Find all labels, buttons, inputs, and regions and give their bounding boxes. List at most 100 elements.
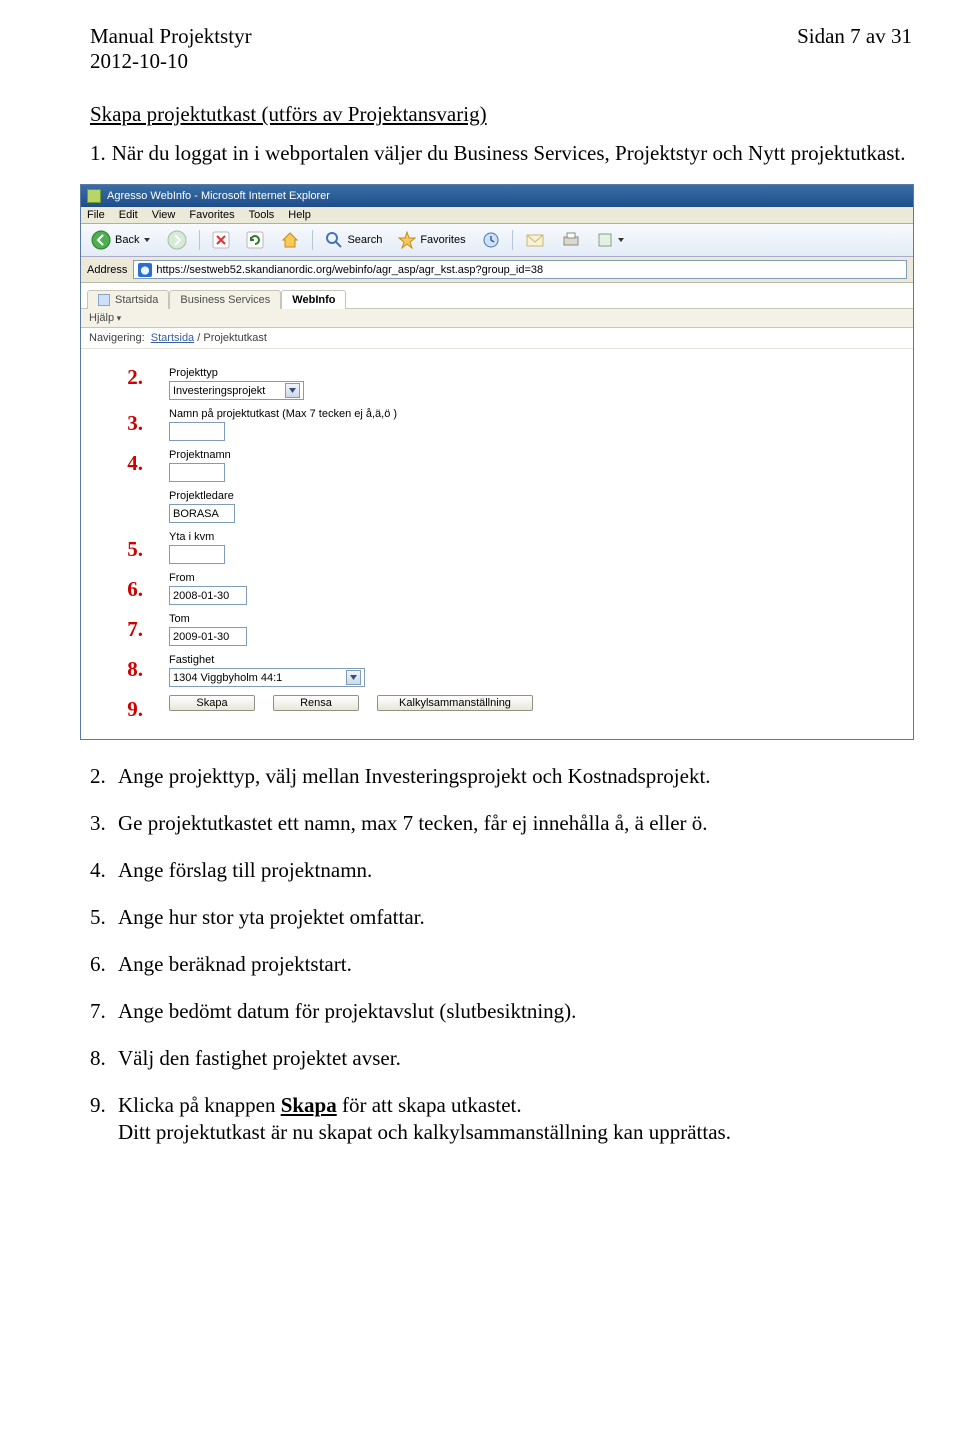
callout-4: 4. — [81, 453, 143, 495]
toolbar: Back Search Favorites — [81, 223, 913, 257]
favorites-button[interactable]: Favorites — [392, 228, 471, 252]
square-icon — [597, 232, 613, 248]
search-icon — [325, 231, 343, 249]
chevron-down-icon — [285, 383, 300, 398]
dropdown-icon — [143, 236, 151, 244]
tab-webinfo[interactable]: WebInfo — [281, 290, 346, 309]
print-button[interactable] — [555, 228, 587, 252]
menu-edit[interactable]: Edit — [119, 209, 138, 221]
back-button[interactable]: Back — [85, 227, 157, 253]
projektnamn-input[interactable] — [169, 463, 225, 482]
stop-button[interactable] — [206, 228, 236, 252]
callout-9: 9. — [81, 699, 143, 729]
back-label: Back — [115, 234, 139, 246]
utkastnamn-label: Namn på projektutkast (Max 7 tecken ej å… — [169, 408, 913, 420]
help-menu[interactable]: Hjälp — [89, 312, 114, 324]
menu-favorites[interactable]: Favorites — [189, 209, 234, 221]
breadcrumb-label: Navigering: — [89, 332, 145, 344]
rensa-button[interactable]: Rensa — [273, 695, 359, 711]
back-arrow-icon — [91, 230, 111, 250]
utkastnamn-input[interactable] — [169, 422, 225, 441]
callout-2: 2. — [81, 367, 143, 413]
forward-button[interactable] — [161, 227, 193, 253]
step-4-text: Ange förslag till projektnamn. — [118, 858, 372, 883]
step-7-num: 7. — [90, 999, 112, 1024]
breadcrumb-start[interactable]: Startsida — [151, 332, 194, 344]
step-9-text: Klicka på knappen Skapa för att skapa ut… — [118, 1093, 522, 1118]
tab-bs-label: Business Services — [180, 294, 270, 306]
menu-file[interactable]: File — [87, 209, 105, 221]
doc-title: Manual Projektstyr — [90, 24, 252, 49]
step-5-text: Ange hur stor yta projektet omfattar. — [118, 905, 425, 930]
section-title: Skapa projektutkast (utförs av Projektan… — [90, 102, 912, 127]
tom-label: Tom — [169, 613, 913, 625]
callout-3: 3. — [81, 413, 143, 453]
address-label: Address — [87, 264, 127, 276]
callout-6: 6. — [81, 579, 143, 619]
menu-help[interactable]: Help — [288, 209, 311, 221]
page-number: Sidan 7 av 31 — [797, 24, 912, 74]
from-input[interactable]: 2008-01-30 — [169, 586, 247, 605]
mail-button[interactable] — [519, 228, 551, 252]
tab-startsida[interactable]: Startsida — [87, 290, 169, 309]
step-3-num: 3. — [90, 811, 112, 836]
menu-bar: File Edit View Favorites Tools Help — [81, 207, 913, 223]
address-bar: Address https://sestweb52.skandianordic.… — [81, 257, 913, 283]
history-button[interactable] — [476, 228, 506, 252]
intro-text: När du loggat in i webportalen väljer du… — [112, 141, 906, 166]
fastighet-select[interactable]: 1304 Viggbyholm 44:1 — [169, 668, 365, 687]
dropdown-icon — [617, 236, 625, 244]
projektledare-label: Projektledare — [169, 490, 913, 502]
yta-label: Yta i kvm — [169, 531, 913, 543]
stop-icon — [212, 231, 230, 249]
step-3-text: Ge projektutkastet ett namn, max 7 tecke… — [118, 811, 708, 836]
tom-input[interactable]: 2009-01-30 — [169, 627, 247, 646]
step-6-text: Ange beräknad projektstart. — [118, 952, 352, 977]
step-9-final: Ditt projektutkast är nu skapat och kalk… — [118, 1120, 912, 1145]
browser-window: Agresso WebInfo - Microsoft Internet Exp… — [80, 184, 914, 740]
step-7-text: Ange bedömt datum för projektavslut (slu… — [118, 999, 576, 1024]
step-8-text: Välj den fastighet projektet avser. — [118, 1046, 401, 1071]
skapa-button[interactable]: Skapa — [169, 695, 255, 711]
intro-number: 1. — [90, 141, 106, 166]
fastighet-label: Fastighet — [169, 654, 913, 666]
step-4-num: 4. — [90, 858, 112, 883]
home-icon — [280, 230, 300, 250]
fastighet-value: 1304 Viggbyholm 44:1 — [173, 672, 282, 684]
projekttyp-select[interactable]: Investeringsprojekt — [169, 381, 304, 400]
window-titlebar: Agresso WebInfo - Microsoft Internet Exp… — [81, 185, 913, 207]
address-url: https://sestweb52.skandianordic.org/webi… — [156, 264, 543, 276]
refresh-icon — [246, 231, 264, 249]
help-dropdown-icon: ▾ — [114, 313, 121, 323]
home-button[interactable] — [274, 227, 306, 253]
print-icon — [561, 231, 581, 249]
history-icon — [482, 231, 500, 249]
instruction-list: 2.Ange projekttyp, välj mellan Investeri… — [90, 764, 912, 1145]
projekttyp-value: Investeringsprojekt — [173, 385, 265, 397]
mail-icon — [525, 231, 545, 249]
chevron-down-icon — [346, 670, 361, 685]
forward-arrow-icon — [167, 230, 187, 250]
step-6-num: 6. — [90, 952, 112, 977]
callout-8: 8. — [81, 659, 143, 699]
from-value: 2008-01-30 — [173, 590, 229, 602]
step-2-num: 2. — [90, 764, 112, 789]
projektledare-input[interactable]: BORASA — [169, 504, 235, 523]
tom-value: 2009-01-30 — [173, 631, 229, 643]
menu-tools[interactable]: Tools — [249, 209, 275, 221]
step-8-num: 8. — [90, 1046, 112, 1071]
breadcrumb: Navigering: Startsida / Projektutkast — [81, 328, 913, 349]
callout-5: 5. — [81, 539, 143, 579]
address-input[interactable]: https://sestweb52.skandianordic.org/webi… — [133, 260, 907, 279]
refresh-button[interactable] — [240, 228, 270, 252]
step-9-skapa: Skapa — [281, 1093, 337, 1117]
yta-input[interactable] — [169, 545, 225, 564]
search-label: Search — [347, 234, 382, 246]
search-button[interactable]: Search — [319, 228, 388, 252]
kalkyl-button[interactable]: Kalkylsammanställning — [377, 695, 533, 711]
app-favicon-icon — [87, 189, 101, 203]
tab-business-services[interactable]: Business Services — [169, 290, 281, 309]
extra-button[interactable] — [591, 229, 631, 251]
menu-view[interactable]: View — [152, 209, 176, 221]
step-2-text: Ange projekttyp, välj mellan Investering… — [118, 764, 711, 789]
